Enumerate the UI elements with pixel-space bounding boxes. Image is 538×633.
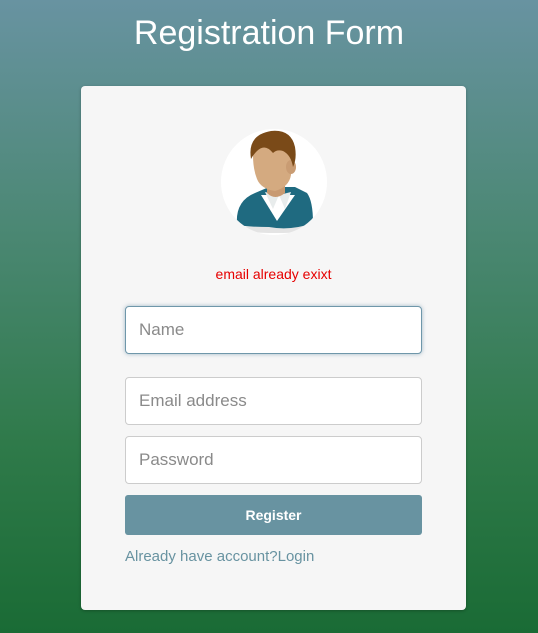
- password-input[interactable]: [125, 436, 422, 484]
- register-button[interactable]: Register: [125, 495, 422, 535]
- login-link[interactable]: Already have account?Login: [125, 548, 314, 565]
- page-title: Registration Form: [133, 14, 405, 52]
- user-avatar-icon: [221, 129, 327, 235]
- registration-card: email already exixt Register Already hav…: [81, 86, 466, 610]
- name-input[interactable]: [125, 306, 422, 354]
- error-message: email already exixt: [215, 266, 332, 282]
- email-input[interactable]: [125, 377, 422, 425]
- user-avatar-graphic: [221, 129, 327, 235]
